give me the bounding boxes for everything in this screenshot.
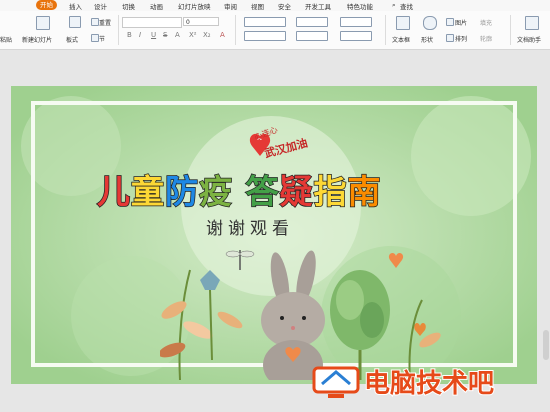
assistant-button[interactable]: 文档助手 — [517, 35, 541, 44]
alignment-tools[interactable] — [244, 31, 286, 41]
underline-button[interactable]: U — [151, 31, 156, 39]
font-family-select[interactable] — [122, 17, 182, 28]
paragraph-tools[interactable] — [244, 17, 286, 27]
subscript-button[interactable]: X₂ — [203, 31, 211, 39]
title-char: 南 — [347, 171, 382, 212]
list-tools[interactable] — [340, 17, 372, 27]
tab-view[interactable]: 视图 — [251, 1, 264, 11]
textbox-button[interactable]: 文本框 — [392, 35, 410, 44]
tab-security[interactable]: 安全 — [278, 1, 291, 11]
indent-tools[interactable] — [296, 17, 328, 27]
title-char: 指 — [313, 171, 348, 212]
text-effect-button[interactable]: A — [220, 31, 225, 39]
reset-button[interactable]: 重置 — [99, 18, 111, 27]
left-plant-icon — [160, 269, 243, 380]
shape-button[interactable]: 形状 — [421, 35, 433, 44]
dragonfly-icon — [225, 250, 255, 270]
superscript-button[interactable]: X² — [189, 31, 197, 39]
tab-animation[interactable]: 动画 — [150, 1, 163, 11]
layout-icon[interactable] — [69, 16, 81, 28]
italic-button[interactable]: I — [139, 31, 141, 39]
tab-insert[interactable]: 插入 — [69, 1, 82, 11]
illustration — [160, 250, 441, 380]
slide-subtitle[interactable]: 谢谢观看 — [206, 214, 294, 239]
tab-review[interactable]: 审阅 — [224, 1, 237, 11]
assistant-icon[interactable] — [525, 16, 539, 30]
slide-title[interactable]: 儿童防疫 答疑指南 — [96, 165, 457, 212]
computer-monitor-icon — [312, 366, 360, 398]
menu-bar: 开始 插入 设计 切换 动画 幻灯片放映 审阅 视图 安全 开发工具 特色功能 … — [0, 0, 550, 11]
tab-start[interactable]: 开始 — [36, 0, 57, 10]
title-char: 防 — [164, 171, 199, 212]
tab-design[interactable]: 设计 — [94, 1, 107, 11]
arrange-button[interactable]: 排列 — [455, 34, 467, 43]
search-label[interactable]: 查找 — [400, 1, 413, 11]
new-slide-icon[interactable] — [36, 16, 50, 30]
tab-developer[interactable]: 开发工具 — [305, 1, 331, 11]
title-char: 疑 — [279, 171, 314, 212]
direction-tools[interactable] — [340, 31, 372, 41]
picture-button[interactable]: 图片 — [455, 18, 467, 27]
textbox-icon[interactable] — [396, 16, 410, 30]
new-slide-button[interactable]: 新建幻灯片 — [22, 35, 52, 44]
reset-icon[interactable] — [91, 18, 99, 26]
separator — [235, 15, 236, 45]
font-color-button[interactable]: A — [175, 31, 180, 39]
ribbon-toolbar: 粘贴 新建幻灯片 板式 重置 节 0 B I U S A X² X₂ A 文本框… — [0, 11, 550, 50]
rabbit-icon — [261, 250, 325, 380]
picture-icon[interactable] — [446, 18, 454, 26]
separator — [510, 15, 511, 45]
watermark-text: 电脑技术吧 — [363, 368, 495, 400]
font-size-select[interactable]: 0 — [183, 17, 219, 26]
title-char: 答 — [245, 171, 280, 212]
tab-transition[interactable]: 切换 — [122, 1, 135, 11]
section-icon[interactable] — [91, 34, 99, 42]
arrange-icon[interactable] — [446, 34, 454, 42]
vertical-scrollbar[interactable] — [543, 330, 549, 360]
spacing-tools[interactable] — [296, 31, 328, 41]
tab-features[interactable]: 特色功能 — [347, 1, 373, 11]
paste-label[interactable]: 粘贴 — [0, 35, 12, 44]
outline-button[interactable]: 轮廓 — [480, 34, 492, 43]
bold-button[interactable]: B — [127, 31, 132, 39]
title-char: 疫 — [198, 171, 233, 212]
separator — [118, 15, 119, 45]
title-char — [233, 172, 246, 211]
strikethrough-button[interactable]: S — [163, 31, 167, 39]
title-char: 童 — [130, 171, 165, 212]
section-button[interactable]: 节 — [99, 34, 105, 43]
tab-slideshow[interactable]: 幻灯片放映 — [178, 1, 211, 11]
separator — [385, 15, 386, 45]
fill-button[interactable]: 填充 — [480, 18, 492, 27]
cactus-plant-icon — [330, 253, 441, 380]
search-icon[interactable]: ⌕ — [392, 1, 396, 10]
title-char: 儿 — [96, 171, 131, 212]
layout-button[interactable]: 板式 — [66, 35, 78, 44]
shape-icon[interactable] — [423, 16, 437, 30]
